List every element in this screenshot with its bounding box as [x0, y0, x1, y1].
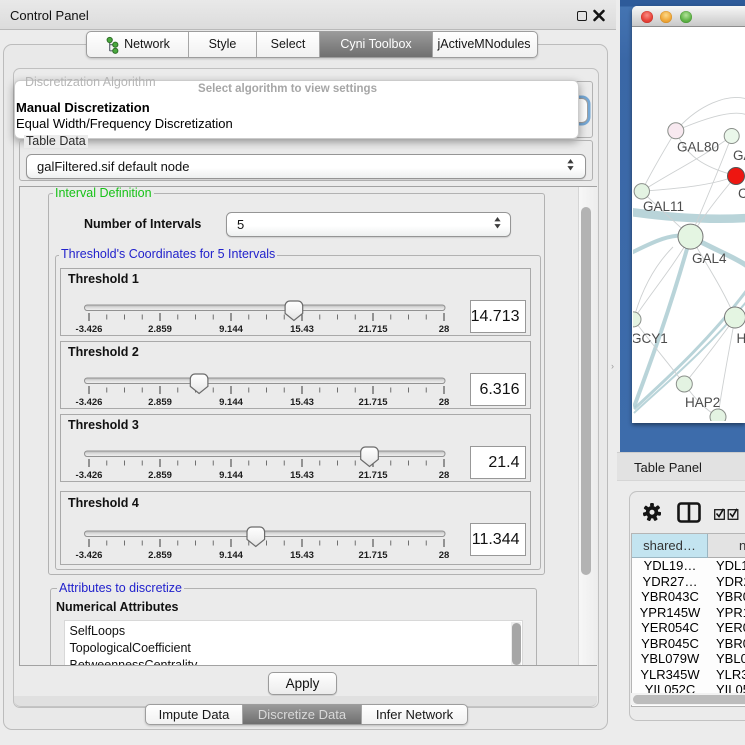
svg-text:15.43: 15.43 [290, 397, 314, 408]
svg-text:28: 28 [439, 324, 450, 335]
svg-text:15.43: 15.43 [290, 470, 314, 481]
svg-text:HAP2: HAP2 [685, 395, 720, 410]
svg-text:GA: GA [733, 148, 745, 163]
svg-text:21.715: 21.715 [358, 397, 388, 408]
svg-text:C: C [738, 186, 745, 201]
svg-text:15.43: 15.43 [290, 324, 314, 335]
svg-text:-3.426: -3.426 [76, 324, 103, 335]
svg-text:-3.426: -3.426 [76, 470, 103, 481]
svg-text:2.859: 2.859 [148, 550, 172, 561]
svg-text:28: 28 [439, 550, 450, 561]
svg-text:GCY1: GCY1 [633, 331, 668, 346]
svg-text:GAL4: GAL4 [692, 251, 727, 266]
svg-text:2.859: 2.859 [148, 324, 172, 335]
svg-text:9.144: 9.144 [219, 550, 243, 561]
svg-text:-3.426: -3.426 [76, 397, 103, 408]
svg-text:2.859: 2.859 [148, 470, 172, 481]
svg-text:GAL11: GAL11 [643, 199, 684, 214]
svg-text:21.715: 21.715 [358, 470, 388, 481]
svg-text:2.859: 2.859 [148, 397, 172, 408]
svg-text:28: 28 [439, 397, 450, 408]
svg-text:9.144: 9.144 [219, 470, 243, 481]
svg-text:15.43: 15.43 [290, 550, 314, 561]
svg-text:28: 28 [439, 470, 450, 481]
svg-text:GAL80: GAL80 [677, 140, 719, 155]
svg-text:9.144: 9.144 [219, 397, 243, 408]
svg-text:21.715: 21.715 [358, 324, 388, 335]
svg-text:H: H [737, 331, 745, 346]
svg-text:-3.426: -3.426 [76, 550, 103, 561]
svg-text:9.144: 9.144 [219, 324, 243, 335]
svg-text:21.715: 21.715 [358, 550, 388, 561]
